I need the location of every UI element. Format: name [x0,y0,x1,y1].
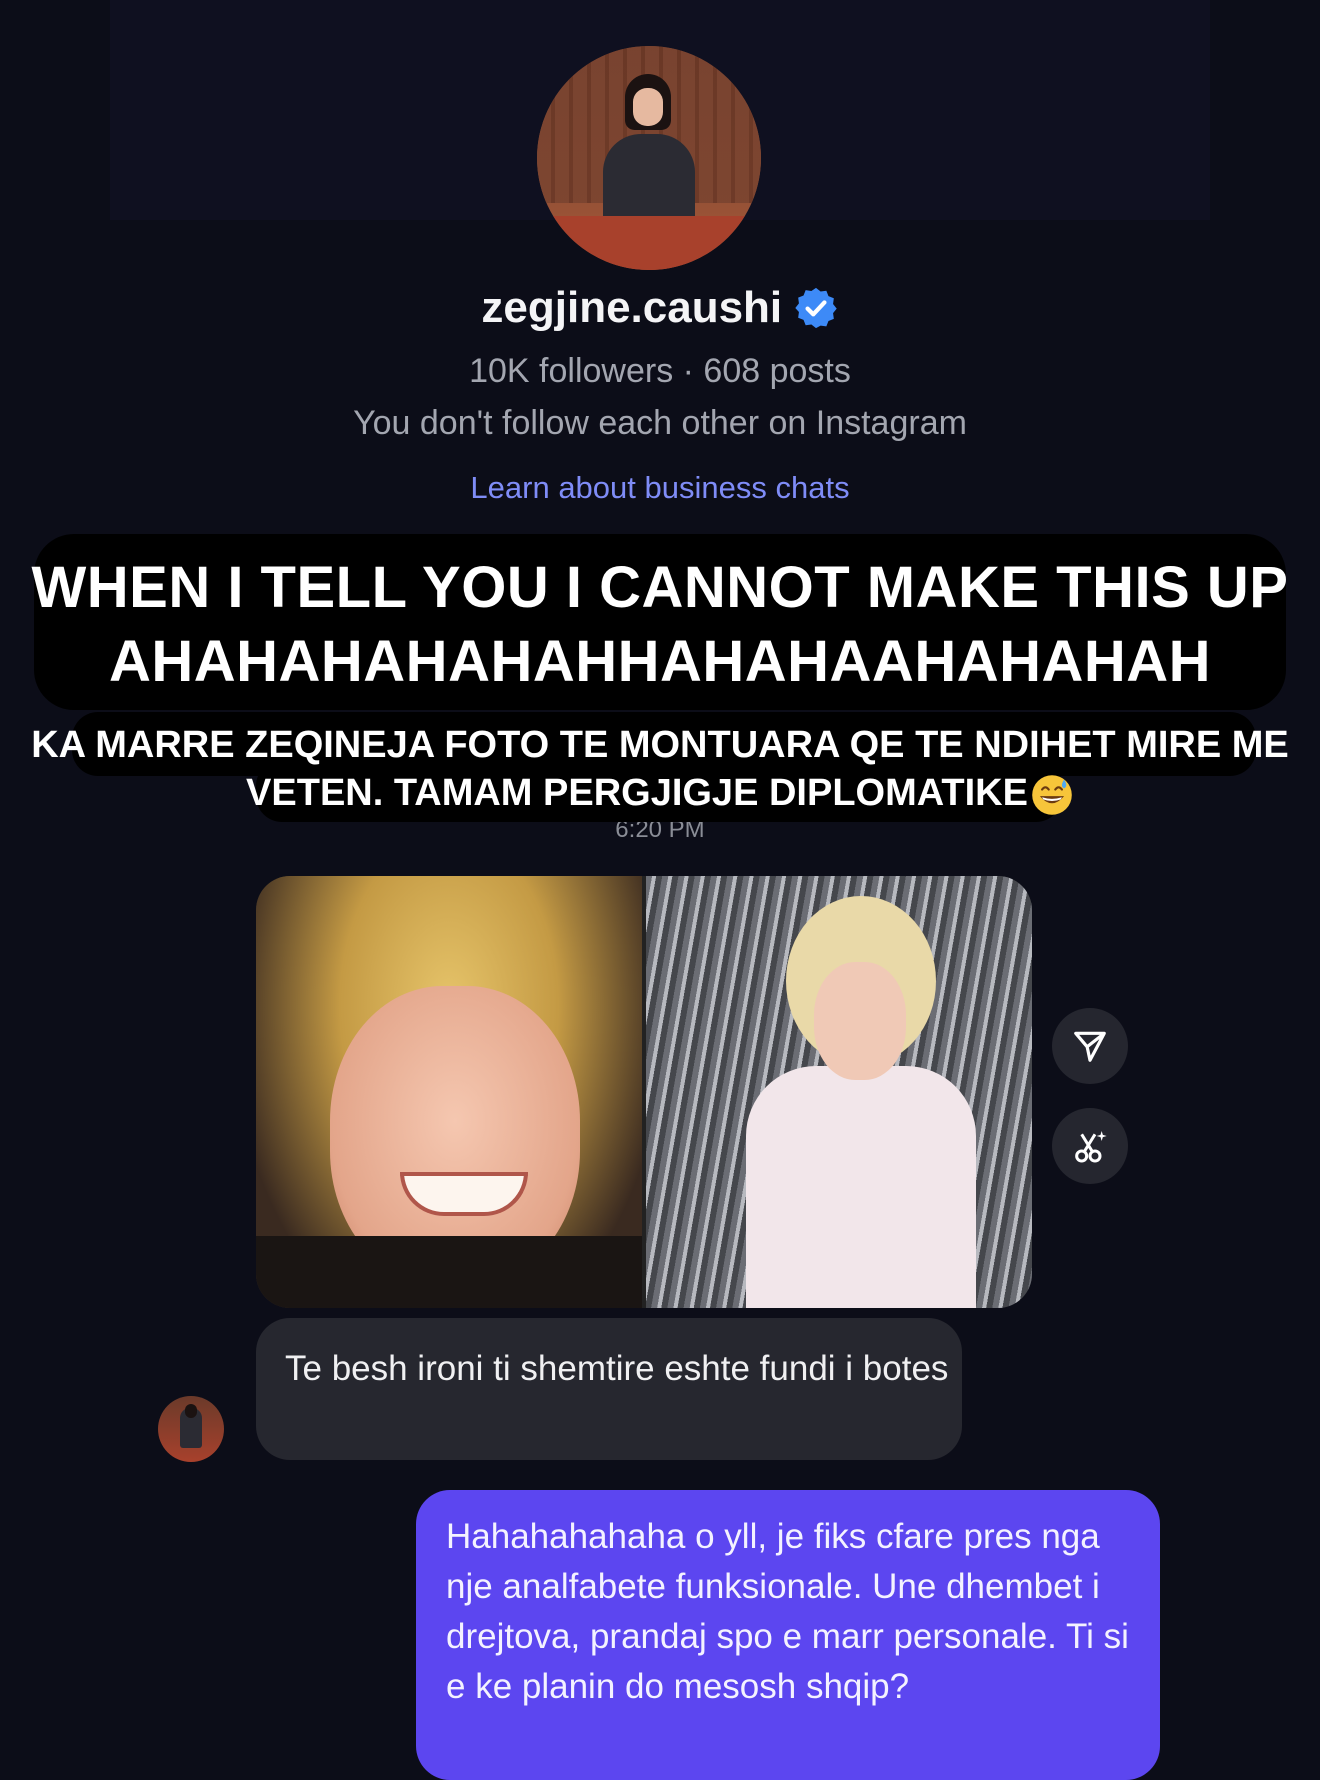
ai-edit-button[interactable] [1052,1108,1128,1184]
username-row[interactable]: zegjine.caushi [0,283,1320,333]
ai-edit-icon [1075,1131,1107,1163]
verified-badge-icon [794,287,837,329]
outgoing-message-text: Hahahahahaha o yll, je fiks cfare pres n… [446,1517,1129,1706]
story-caption-line-2: AHAHAHAHAHAHHAHAHAAHAHAHAH [108,629,1212,694]
share-button[interactable] [1052,1008,1128,1084]
photo-right-image[interactable] [646,876,1032,1308]
story-subcaption-line-2: VETEN. TAMAM PERGJIGJE DIPLOMATIKE [246,772,1028,814]
business-chats-link[interactable]: Learn about business chats [0,470,1320,506]
story-subcaption-line-1: KA MARRE ZEQINEJA FOTO TE MONTUARA QE TE… [31,724,1289,766]
photo-left-image[interactable] [256,876,642,1308]
sender-avatar[interactable] [158,1396,224,1462]
grinning-face-with-sweat-icon [1032,775,1072,815]
story-caption-line-1: WHEN I TELL YOU I CANNOT MAKE THIS UP [31,555,1289,620]
profile-avatar[interactable] [537,46,761,270]
share-icon [1074,1031,1106,1062]
avatar-podium [537,216,761,270]
profile-username[interactable]: zegjine.caushi [481,283,782,332]
profile-stats: 10K followers · 608 posts [469,352,851,390]
story-subcaption-line-2-row: VETEN. TAMAM PERGJIGJE DIPLOMATIKE [0,772,1320,817]
photo-message[interactable] [256,876,1032,1308]
incoming-message-text: Te besh ironi ti shemtire eshte fundi i … [285,1349,949,1388]
follow-relation-text: You don't follow each other on Instagram [353,404,967,442]
